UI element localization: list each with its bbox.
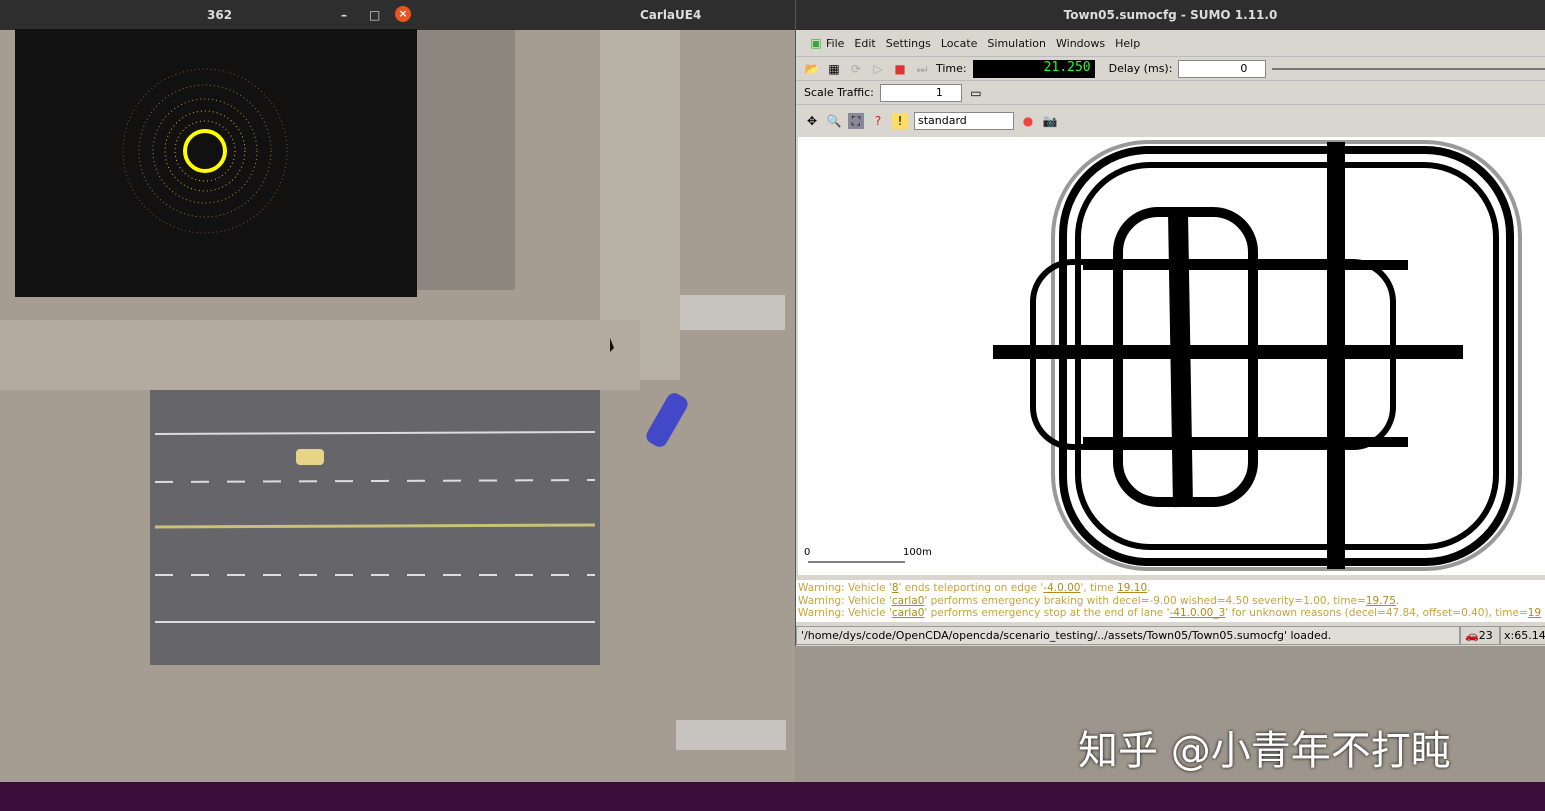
delay-input[interactable]: 0 bbox=[1178, 59, 1267, 78]
menu-edit[interactable]: Edit bbox=[854, 37, 875, 50]
sim-toolbar: 📂 ▦ ⟳ ▷ ■ ⏭ Time: 21.250 Delay (ms): 0 bbox=[796, 56, 1545, 80]
lidar-pointcloud bbox=[122, 68, 288, 234]
car-icon: 🚗 bbox=[1465, 628, 1479, 642]
menu-settings[interactable]: Settings bbox=[886, 37, 931, 50]
close-icon[interactable]: × bbox=[395, 6, 411, 22]
road-network: 0 100m bbox=[804, 140, 1522, 571]
locate-icon[interactable]: ⛶ bbox=[848, 112, 864, 129]
maximize-icon[interactable]: □ bbox=[369, 8, 380, 22]
scale-end: 100m bbox=[903, 547, 932, 558]
coordinate-readout: x:65.14 bbox=[1500, 625, 1545, 645]
color-wheel-icon[interactable]: ● bbox=[1020, 113, 1036, 129]
zoom-icon[interactable]: 🔍 bbox=[826, 113, 842, 129]
time-display: 21.250 bbox=[972, 59, 1095, 78]
delay-label: Delay (ms): bbox=[1108, 62, 1173, 75]
menu-help[interactable]: Help bbox=[1115, 37, 1140, 50]
carla-window-title: CarlaUE4 bbox=[640, 8, 702, 22]
lidar-window: 362 – □ × bbox=[15, 0, 417, 297]
menu-windows[interactable]: Windows bbox=[1056, 37, 1105, 50]
message-line: Warning: Vehicle 'carla0' performs emerg… bbox=[798, 594, 1400, 607]
menu-bar: ▣ File Edit Settings Locate Simulation W… bbox=[796, 30, 1545, 56]
open-folder-icon[interactable]: 📂 bbox=[804, 61, 820, 77]
time-label: Time: bbox=[936, 62, 967, 75]
play-icon[interactable]: ▷ bbox=[870, 61, 886, 77]
status-message: '/home/dys/code/OpenCDA/opencda/scenario… bbox=[796, 625, 1460, 645]
sumo-window: Town05.sumocfg - SUMO 1.11.0 ▣ File Edit… bbox=[795, 0, 1545, 646]
scale-traffic-input[interactable]: 1 bbox=[879, 83, 962, 102]
watermark: 知乎 @小青年不打盹 bbox=[1078, 728, 1451, 774]
message-log[interactable]: Warning: Vehicle '8' ends teleporting on… bbox=[796, 580, 1545, 622]
breakpoint-icon[interactable]: ? bbox=[870, 113, 886, 129]
message-line: Warning: Vehicle '8' ends teleporting on… bbox=[798, 582, 1151, 594]
window-icon[interactable]: ▭ bbox=[968, 85, 984, 101]
scale-toolbar: Scale Traffic: 1 ▭ bbox=[796, 80, 1545, 104]
screenshot-icon[interactable]: 📷 bbox=[1042, 113, 1058, 129]
network-view[interactable]: 0 100m bbox=[798, 137, 1545, 575]
lidar-title-bar[interactable]: 362 – □ × bbox=[15, 0, 417, 29]
tooltip-icon[interactable]: ! bbox=[892, 112, 908, 129]
reload-icon[interactable]: ⟳ bbox=[848, 61, 864, 77]
menu-simulation[interactable]: Simulation bbox=[987, 37, 1046, 50]
car-yellow bbox=[296, 449, 324, 465]
step-icon[interactable]: ⏭ bbox=[914, 61, 930, 77]
video-bottom-bar bbox=[0, 782, 1545, 811]
scale-start: 0 bbox=[804, 547, 810, 558]
minimize-icon[interactable]: – bbox=[341, 8, 347, 22]
view-toolbar: ✥ 🔍 ⛶ ? ! standard ● 📷 bbox=[796, 104, 1545, 136]
stop-icon[interactable]: ■ bbox=[892, 61, 908, 77]
status-bar: '/home/dys/code/OpenCDA/opencda/scenario… bbox=[796, 624, 1545, 646]
vehicle-count: 🚗23 bbox=[1460, 625, 1500, 645]
sumo-title: Town05.sumocfg - SUMO 1.11.0 bbox=[796, 0, 1545, 30]
building bbox=[415, 30, 515, 290]
scheme-select[interactable]: standard bbox=[914, 111, 1014, 130]
scale-traffic-label: Scale Traffic: bbox=[804, 86, 874, 99]
menu-file[interactable]: File bbox=[826, 37, 844, 50]
open-network-icon[interactable]: ▦ bbox=[826, 61, 842, 77]
sumo-app-icon: ▣ bbox=[810, 36, 822, 50]
delay-slider[interactable] bbox=[1272, 67, 1545, 70]
recenter-icon[interactable]: ✥ bbox=[804, 113, 820, 129]
menu-locate[interactable]: Locate bbox=[941, 37, 978, 50]
lidar-title: 362 bbox=[207, 8, 233, 22]
message-line: Warning: Vehicle 'carla0' performs emerg… bbox=[798, 607, 1542, 619]
